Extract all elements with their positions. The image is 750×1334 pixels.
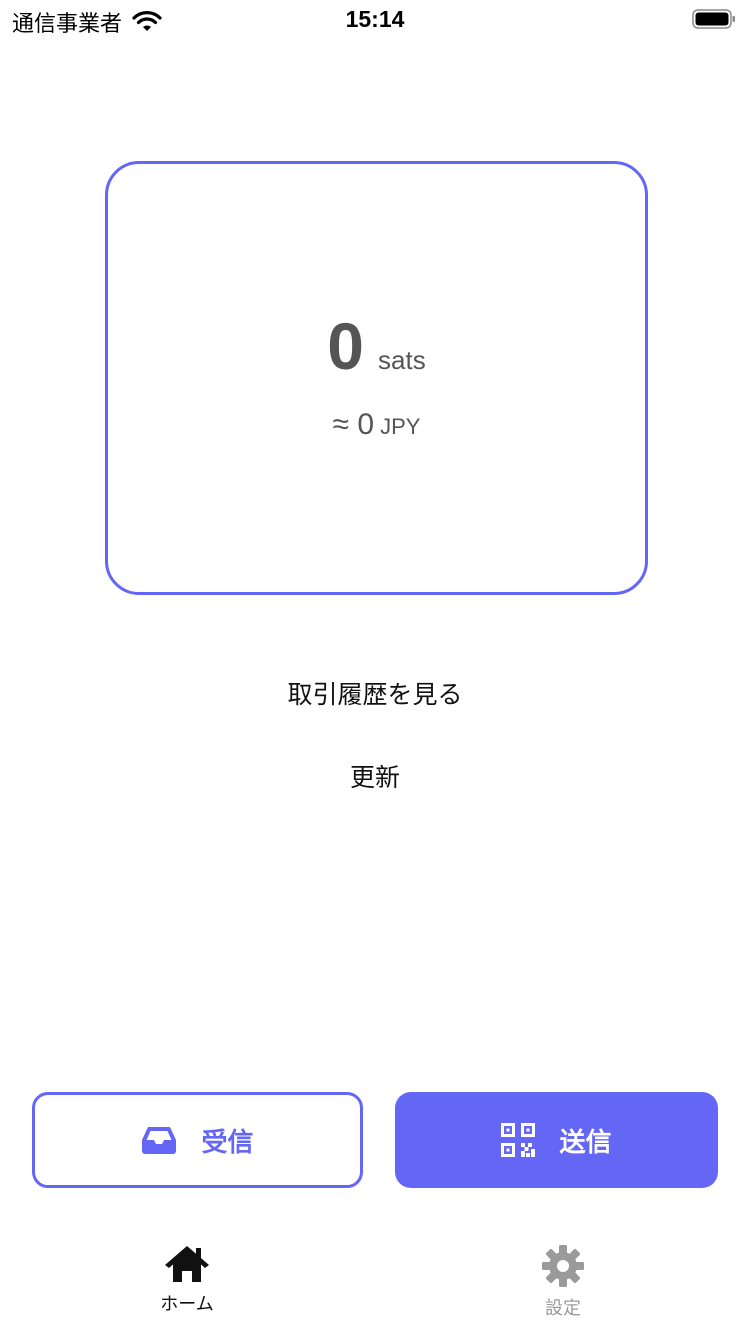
receive-button-label: 受信 — [201, 1126, 254, 1157]
status-time: 15:14 — [345, 6, 405, 32]
qr-code-icon — [501, 1123, 536, 1157]
balance-amount: 0 — [327, 309, 365, 383]
send-button[interactable]: 送信 — [395, 1092, 718, 1188]
send-button-label: 送信 — [559, 1126, 612, 1157]
refresh-link[interactable]: 更新 — [0, 758, 750, 794]
fiat-display: ≈ 0 JPY — [108, 408, 645, 442]
inbox-icon — [142, 1127, 177, 1154]
status-bar: 通信事業者 15:14 — [0, 0, 750, 40]
home-screen: 通信事業者 15:14 0 sats ≈ 0 JPY 取引履歴を見る 更新 受信… — [0, 0, 750, 1334]
tab-settings-label: 設定 — [545, 1298, 581, 1318]
tab-home[interactable]: ホーム — [127, 1244, 247, 1316]
balance-card: 0 sats ≈ 0 JPY — [105, 161, 648, 595]
view-history-link[interactable]: 取引履歴を見る — [0, 675, 750, 711]
receive-button[interactable]: 受信 — [32, 1092, 363, 1188]
gear-icon — [542, 1245, 584, 1287]
balance-unit: sats — [378, 345, 426, 375]
balance-display: 0 sats — [108, 308, 645, 384]
tab-settings[interactable]: 設定 — [503, 1244, 623, 1320]
fiat-amount: ≈ 0 — [332, 408, 375, 441]
battery-icon — [692, 9, 735, 29]
tab-home-label: ホーム — [160, 1294, 214, 1314]
home-icon — [165, 1246, 209, 1282]
fiat-unit: JPY — [380, 414, 421, 439]
